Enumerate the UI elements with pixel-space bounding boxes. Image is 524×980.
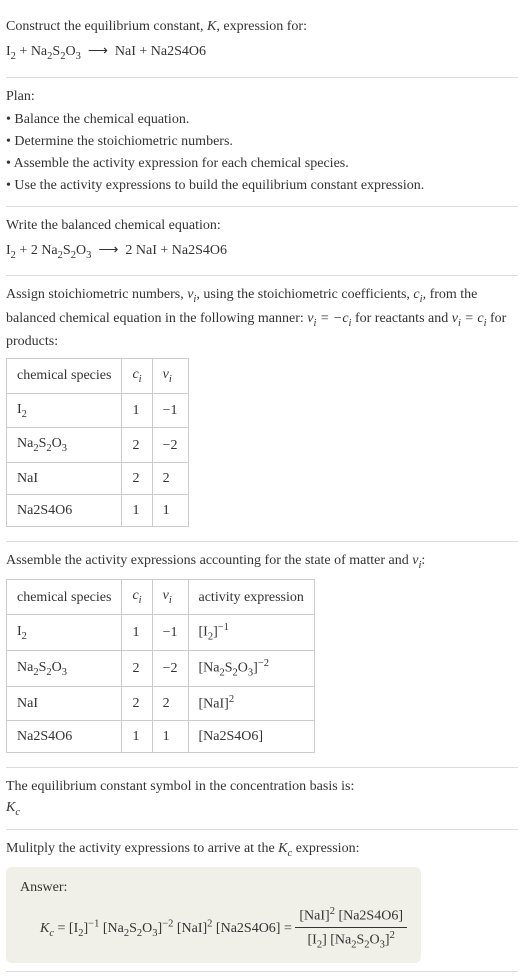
symbol-section: The equilibrium constant symbol in the c… [6,768,518,830]
plan-title: Plan: [6,86,518,107]
bal-rhs: 2 NaI + Na2S4O6 [125,243,227,258]
unbalanced-equation: I2 + Na2S2O3 ⟶ NaI + Na2S4O6 [6,41,518,65]
kc-symbol: Kc [6,797,518,821]
table-row: Na2S2O3 2 −2 [Na2S2O3]−2 [7,651,315,687]
c-sym: ci [413,287,422,302]
th-species: chemical species [7,580,122,615]
th-ci: ci [122,359,152,394]
cell-sp: Na2S2O3 [7,651,122,687]
th-vi: νi [152,359,188,394]
cell-v: 1 [152,494,188,526]
cell-sp: NaI [7,462,122,494]
arrow-1: ⟶ [88,44,108,59]
cell-c: 1 [122,494,152,526]
table-row: I2 1 −1 [I2]−1 [7,614,315,650]
cell-v: −2 [152,651,188,687]
answer-expression: Kc = [I2]−1 [Na2S2O3]−2 [NaI]2 [Na2S4O6]… [20,904,407,953]
cell-a: [NaI]2 [188,687,314,721]
activity-table: chemical species ci νi activity expressi… [6,579,315,753]
k-symbol: K [207,19,216,34]
balanced-section: Write the balanced chemical equation: I2… [6,207,518,277]
cell-v: −1 [152,393,188,428]
plan-item: • Assemble the activity expression for e… [6,153,518,174]
plan-section: Plan: • Balance the chemical equation. •… [6,78,518,207]
arrow-2: ⟶ [98,243,118,258]
cell-c: 2 [122,651,152,687]
plan-item: • Use the activity expressions to build … [6,175,518,196]
cell-sp: I2 [7,393,122,428]
rel2: νi = ci [452,311,487,326]
cell-sp: Na2S4O6 [7,720,122,752]
eq-rhs: NaI + Na2S4O6 [115,44,206,59]
intro-text-1b: , expression for: [216,19,307,34]
nu-sym: νi [187,287,196,302]
plan-list: • Balance the chemical equation. • Deter… [6,109,518,196]
cell-v: −2 [152,428,188,463]
kc-inline: Kc [278,841,292,856]
activity-title: Assemble the activity expressions accoun… [6,550,518,574]
balanced-equation: I2 + 2 Na2S2O3 ⟶ 2 NaI + Na2S4O6 [6,240,518,264]
cell-a: [Na2S4O6] [188,720,314,752]
table-row: I2 1 −1 [7,393,189,428]
activity-section: Assemble the activity expressions accoun… [6,542,518,768]
mult-t2: expression: [292,841,359,856]
intro-line: Construct the equilibrium constant, K, e… [6,16,518,37]
stoich-intro: Assign stoichiometric numbers, νi, using… [6,284,518,352]
th-species: chemical species [7,359,122,394]
mult-t1: Mulitply the activity expressions to arr… [6,841,278,856]
multiply-line: Mulitply the activity expressions to arr… [6,838,518,862]
answer-label: Answer: [20,877,407,898]
stoich-t2: , using the stoichiometric coefficients, [196,287,413,302]
stoich-table: chemical species ci νi I2 1 −1 Na2S2O3 2… [6,358,189,527]
table-header-row: chemical species ci νi [7,359,189,394]
stoich-section: Assign stoichiometric numbers, νi, using… [6,276,518,542]
numerator: [NaI]2 [Na2S4O6] [295,904,407,928]
table-row: Na2S4O6 1 1 [7,494,189,526]
plan-item: • Balance the chemical equation. [6,109,518,130]
denominator: [I2] [Na2S2O3]2 [295,928,407,953]
cell-c: 2 [122,462,152,494]
cell-a: [I2]−1 [188,614,314,650]
stoich-t1: Assign stoichiometric numbers, [6,287,187,302]
cell-v: −1 [152,614,188,650]
cell-c: 2 [122,428,152,463]
intro-text-1: Construct the equilibrium constant, [6,19,207,34]
cell-a: [Na2S2O3]−2 [188,651,314,687]
table-header-row: chemical species ci νi activity expressi… [7,580,315,615]
symbol-line: The equilibrium constant symbol in the c… [6,776,518,797]
fraction: [NaI]2 [Na2S4O6] [I2] [Na2S2O3]2 [295,904,407,953]
bal-lhs: I2 + 2 Na2S2O3 [6,243,91,258]
cell-sp: NaI [7,687,122,721]
answer-box: Answer: Kc = [I2]−1 [Na2S2O3]−2 [NaI]2 [… [6,867,421,963]
table-row: NaI 2 2 [7,462,189,494]
cell-v: 2 [152,687,188,721]
th-activity: activity expression [188,580,314,615]
cell-sp: I2 [7,614,122,650]
cell-c: 1 [122,393,152,428]
cell-sp: Na2S2O3 [7,428,122,463]
th-ci: ci [122,580,152,615]
table-row: Na2S2O3 2 −2 [7,428,189,463]
kc-ans: Kc [40,921,54,936]
cell-v: 1 [152,720,188,752]
cell-sp: Na2S4O6 [7,494,122,526]
ans-eq: = [I2]−1 [Na2S2O3]−2 [NaI]2 [Na2S4O6] = [58,921,296,936]
intro-section: Construct the equilibrium constant, K, e… [6,8,518,78]
table-row: Na2S4O6 1 1 [Na2S4O6] [7,720,315,752]
rel1: νi = −ci [307,311,351,326]
balanced-title: Write the balanced chemical equation: [6,215,518,236]
th-vi: νi [152,580,188,615]
eq-lhs: I2 + Na2S2O3 [6,44,81,59]
table-row: NaI 2 2 [NaI]2 [7,687,315,721]
cell-c: 1 [122,720,152,752]
cell-c: 2 [122,687,152,721]
multiply-section: Mulitply the activity expressions to arr… [6,830,518,972]
cell-c: 1 [122,614,152,650]
plan-item: • Determine the stoichiometric numbers. [6,131,518,152]
stoich-t4: for reactants and [351,311,451,326]
cell-v: 2 [152,462,188,494]
